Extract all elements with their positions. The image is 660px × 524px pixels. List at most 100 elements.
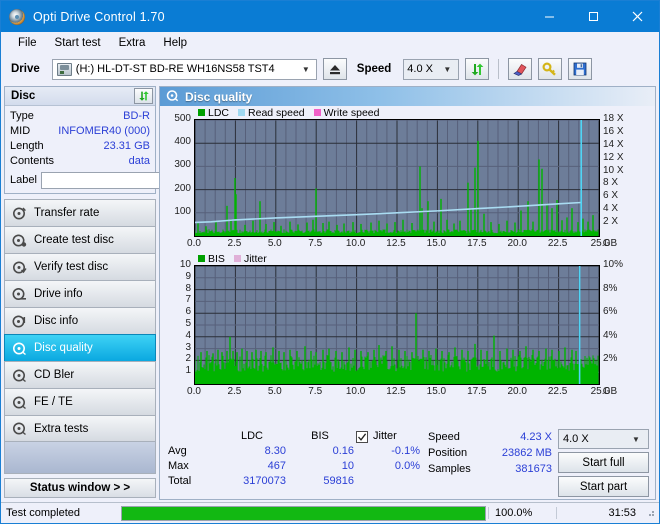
elapsed-time: 31:53 <box>556 507 646 519</box>
readout-position-value: 23862 MB <box>501 447 552 459</box>
page-title: Disc quality <box>185 89 253 104</box>
menu-item-help[interactable]: Help <box>154 35 196 51</box>
window-controls <box>527 1 659 32</box>
disc-properties: Type BD-R MID INFOMER40 (000) Length 23.… <box>5 106 239 193</box>
x-tick-label: 12.5 <box>386 386 406 397</box>
menu-item-extra[interactable]: Extra <box>110 35 155 51</box>
speed-select-value: 4.0 X <box>407 63 433 75</box>
sidebar-item-verify-test-disc[interactable]: Verify test disc <box>4 253 156 280</box>
disc-label-label: Label <box>10 174 37 186</box>
start-full-button[interactable]: Start full <box>558 452 649 473</box>
chevron-down-icon: ▼ <box>443 64 452 74</box>
status-message: Test completed <box>6 507 80 519</box>
menu-item-file[interactable]: File <box>9 35 46 51</box>
sidebar-item-create-test-disc[interactable]: Create test disc <box>4 226 156 253</box>
y2-tick-label: 6 X <box>603 190 619 202</box>
drive-select-value: (H:) HL-DT-ST BD-RE WH16NS58 TST4 <box>75 63 275 75</box>
disc-length-value: 23.31 GB <box>103 140 150 152</box>
status-window-button[interactable]: Status window > > <box>4 478 156 498</box>
sidebar-item-disc-quality[interactable]: Disc quality <box>4 334 156 361</box>
sidebar-item-drive-info[interactable]: Drive info <box>4 280 156 307</box>
y2-tick-label: 10% <box>603 259 624 270</box>
jitter-checkbox[interactable] <box>356 430 368 443</box>
bis-plot-wrap: 1 2 3 4 5 6 7 8 9 10 2% 4% 6% 8% 10% <box>160 260 655 385</box>
start-full-label: Start full <box>582 456 625 469</box>
key-button[interactable] <box>538 58 563 80</box>
y-tick-label: 4 <box>185 329 191 341</box>
window-title: Opti Drive Control 1.70 <box>33 9 165 24</box>
table-row: Avg 8.30 0.16 <box>168 444 356 459</box>
eraser-button[interactable] <box>508 58 533 80</box>
stats-avg-ldc: 8.30 <box>264 445 286 457</box>
drive-info-icon <box>12 287 27 302</box>
x-axis-unit: GB <box>602 238 618 249</box>
disc-panel-header: Disc <box>5 87 155 106</box>
sidebar-item-fe-te[interactable]: FE / TE <box>4 388 156 415</box>
disc-quality-icon <box>166 89 179 105</box>
ldc-y2-axis: 2 X4 X6 X8 X 10 X 12 X 14 X 16 X 18 X <box>600 114 636 235</box>
menu-item-start-test[interactable]: Start test <box>46 35 110 51</box>
x-tick-label: 5.0 <box>267 386 282 397</box>
speed-select[interactable]: 4.0 X ▼ <box>403 58 460 80</box>
menu-bar: File Start test Extra Help <box>1 32 659 54</box>
resize-grip[interactable] <box>646 508 656 518</box>
table-row: Total 3170073 59816 <box>168 474 356 489</box>
x-tick-label: 15.0 <box>426 386 447 397</box>
eject-button[interactable] <box>322 58 347 80</box>
minimize-button[interactable] <box>527 1 571 32</box>
y-tick-label: 3 <box>185 341 191 353</box>
disc-info-icon <box>12 314 27 329</box>
start-part-button[interactable]: Start part <box>558 476 649 497</box>
app-window: Opti Drive Control 1.70 File Start test … <box>0 0 660 524</box>
progress-bar-fill <box>122 506 485 520</box>
legend-swatch-write-speed <box>313 109 321 116</box>
x-tick-label: 17.5 <box>467 238 487 249</box>
disc-refresh-button[interactable] <box>134 88 153 104</box>
x-tick-label: 10.0 <box>345 386 366 397</box>
y-tick-label: 400 <box>174 136 191 148</box>
legend-label: Jitter <box>243 252 267 265</box>
drive-icon <box>56 62 72 76</box>
y2-tick-label: 14 X <box>603 138 624 150</box>
x-tick-label: 22.5 <box>547 238 568 249</box>
legend-item-ldc: LDC <box>198 107 229 119</box>
y2-tick-label: 10 X <box>603 164 624 176</box>
x-tick-label: 10.0 <box>345 238 366 249</box>
y-tick-label: 500 <box>174 113 191 124</box>
y2-tick-label: 18 X <box>603 113 624 124</box>
sidebar-item-extra-tests[interactable]: Extra tests <box>4 415 156 442</box>
close-button[interactable] <box>615 1 659 32</box>
bis-x-axis: 0.0 2.5 5.0 7.5 10.0 12.5 15.0 17.5 20.0 22.5 25.0… <box>160 385 655 400</box>
ldc-plot-area[interactable] <box>194 119 600 237</box>
bis-plot-area[interactable] <box>194 265 600 385</box>
disc-row-length: Length 23.31 GB <box>10 139 150 154</box>
ldc-plot-wrap: 100 200 300 400 500 2 X4 X6 X8 X 10 X 12 X 14 X… <box>160 114 655 237</box>
save-button[interactable] <box>568 58 593 80</box>
y2-tick-label: 16 X <box>603 125 624 137</box>
sidebar-item-label: Disc info <box>34 315 79 327</box>
sidebar-item-disc-info[interactable]: Disc info <box>4 307 156 334</box>
readout-speed-value: 4.23 X <box>520 431 552 443</box>
jitter-column: Jitter -0.1% 0.0% <box>356 429 428 497</box>
refresh-button[interactable] <box>465 58 490 80</box>
x-tick-label: 17.5 <box>467 386 487 397</box>
legend-item-read-speed: Read speed <box>238 107 305 119</box>
legend-label: BIS <box>208 252 225 265</box>
stats-col-ldc: LDC <box>240 430 263 442</box>
sidebar-item-transfer-rate[interactable]: Transfer rate <box>4 199 156 226</box>
toolbar-divider <box>498 59 500 79</box>
stats-col-bis: BIS <box>311 430 329 442</box>
disc-mid-label: MID <box>10 125 31 137</box>
sidebar-item-cd-bler[interactable]: CD Bler <box>4 361 156 388</box>
legend-label: Read speed <box>248 106 305 119</box>
y2-tick-label: 4% <box>603 329 618 341</box>
x-tick-label: 15.0 <box>426 238 447 249</box>
y-tick-label: 5 <box>185 318 191 329</box>
test-speed-select[interactable]: 4.0 X ▼ <box>558 429 649 449</box>
y-tick-label: 100 <box>174 205 191 217</box>
readout-speed-row: Speed 4.23 X <box>428 429 558 445</box>
disc-panel-title: Disc <box>11 90 36 102</box>
maximize-button[interactable] <box>571 1 615 32</box>
readout-samples-row: Samples 381673 <box>428 461 558 477</box>
drive-select[interactable]: (H:) HL-DT-ST BD-RE WH16NS58 TST4 ▼ <box>51 58 317 80</box>
